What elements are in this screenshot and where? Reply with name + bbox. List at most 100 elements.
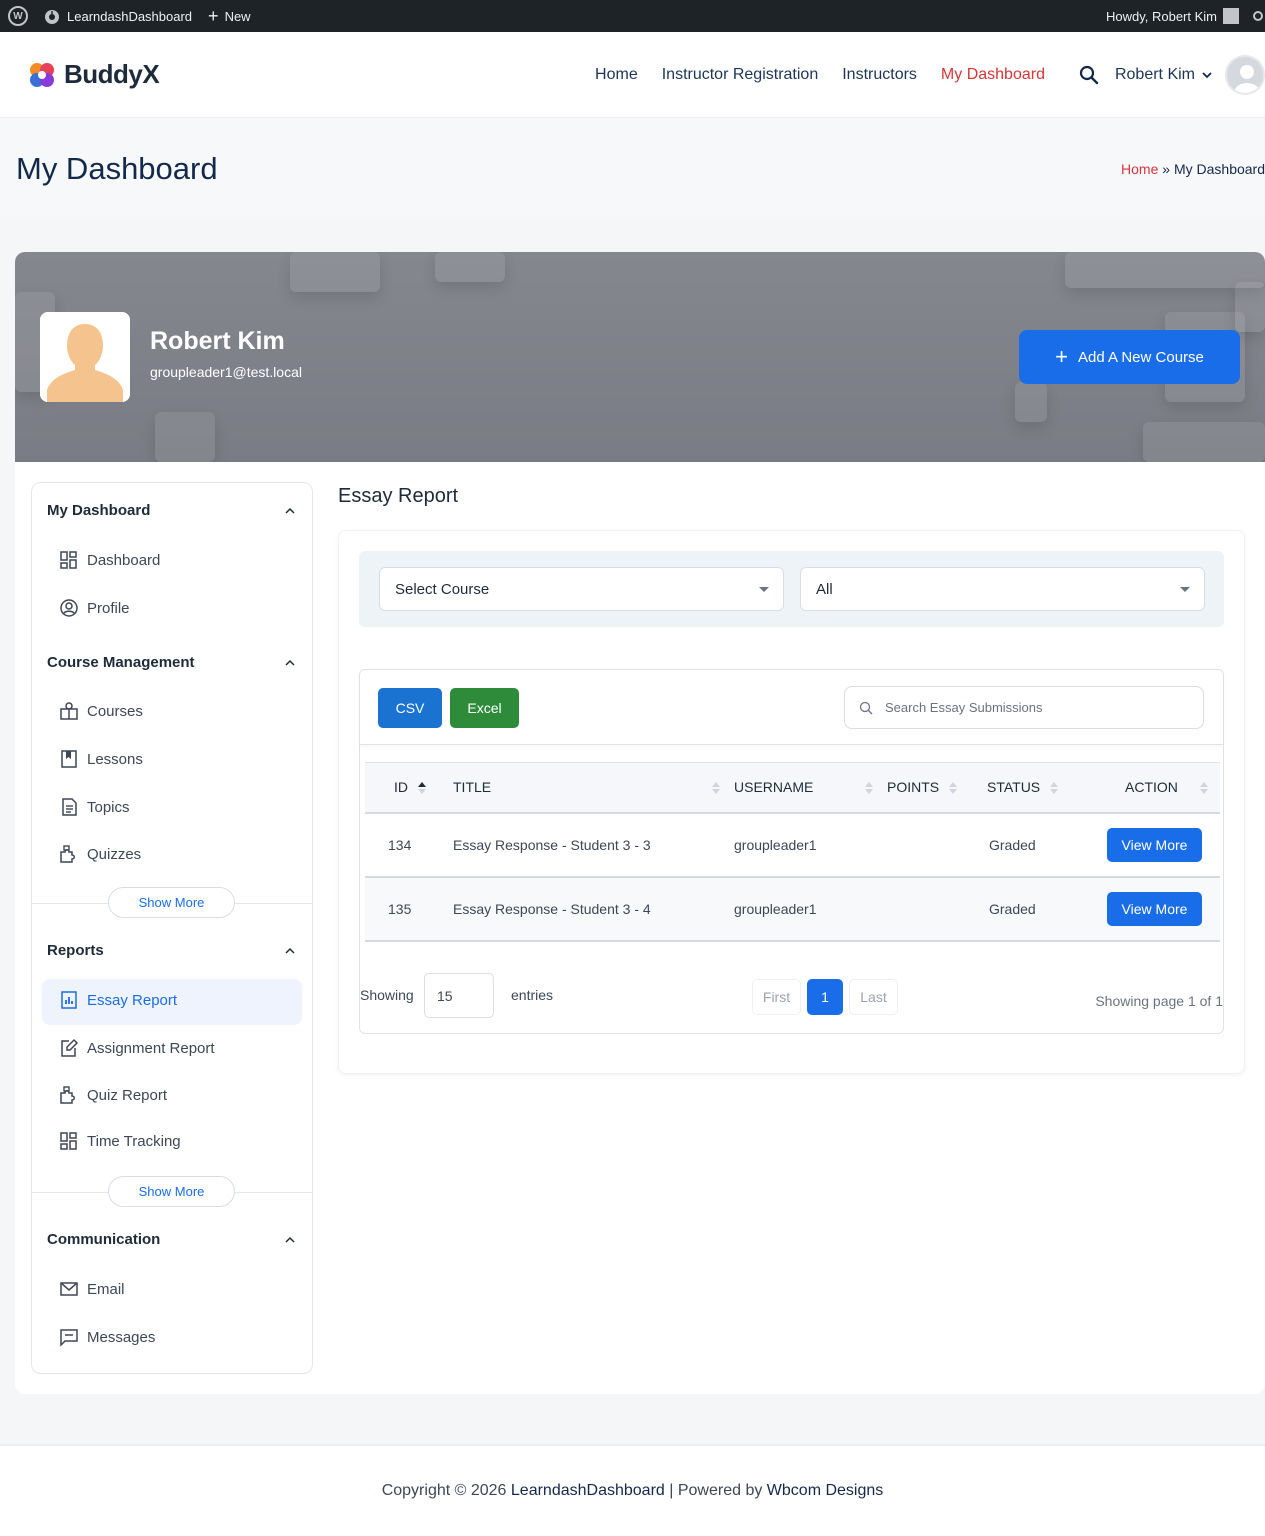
site-name-link[interactable]: LearndashDashboard: [36, 0, 200, 32]
essay-search-input[interactable]: Search Essay Submissions: [844, 686, 1204, 729]
export-excel-button[interactable]: Excel: [450, 688, 519, 728]
page-title-bar: My Dashboard Home » My Dashboard: [0, 119, 1265, 219]
pagination-last-button[interactable]: Last: [849, 979, 898, 1015]
column-header-label: ID: [394, 779, 408, 796]
chevron-down-icon: [1202, 71, 1212, 78]
sidebar-section-my-dashboard[interactable]: My Dashboard: [47, 502, 150, 519]
add-new-course-label: Add A New Course: [1077, 348, 1204, 366]
column-header-action[interactable]: ACTION: [1091, 762, 1220, 814]
buddyx-logo-icon: [30, 62, 54, 87]
page-title: My Dashboard: [16, 151, 218, 186]
plus-icon: +: [1055, 344, 1068, 369]
sidebar-item-topics[interactable]: Topics: [59, 796, 130, 818]
sidebar-item-quizzes[interactable]: Quizzes: [59, 843, 141, 865]
chevron-up-icon[interactable]: [284, 1234, 296, 1246]
export-csv-button[interactable]: CSV: [378, 688, 442, 728]
sort-icon: [1200, 782, 1208, 794]
add-new-course-button[interactable]: + Add A New Course: [1019, 330, 1240, 384]
cell-status: Graded: [981, 876, 1091, 942]
course-select[interactable]: Select Course: [379, 567, 784, 611]
header-avatar[interactable]: [1225, 54, 1265, 95]
site-header: BuddyX Home Instructor Registration Inst…: [0, 32, 1265, 118]
nav-instructors[interactable]: Instructors: [842, 66, 917, 84]
nav-my-dashboard[interactable]: My Dashboard: [941, 66, 1045, 84]
nav-instructor-registration[interactable]: Instructor Registration: [662, 66, 819, 84]
wordpress-menu[interactable]: W: [0, 0, 36, 32]
breadcrumb-home[interactable]: Home: [1121, 161, 1158, 177]
admin-bar: W LearndashDashboard + New Howdy, Robert…: [0, 0, 1265, 32]
showing-label: Showing: [360, 987, 414, 1003]
table-row: 134 Essay Response - Student 3 - 3 group…: [365, 812, 1220, 878]
sidebar-item-dashboard[interactable]: Dashboard: [59, 549, 160, 571]
sidebar-item-quiz-report[interactable]: Quiz Report: [59, 1084, 167, 1106]
nav-home[interactable]: Home: [595, 66, 638, 84]
column-header-label: STATUS: [987, 779, 1041, 796]
status-select[interactable]: All: [800, 567, 1205, 611]
chevron-up-icon[interactable]: [284, 945, 296, 957]
search-icon[interactable]: [1079, 65, 1099, 85]
sidebar-item-messages[interactable]: Messages: [59, 1326, 155, 1348]
user-menu-name: Robert Kim: [1114, 65, 1195, 83]
pagination-page-1[interactable]: 1: [807, 979, 843, 1015]
column-header-label: USERNAME: [734, 779, 814, 796]
sidebar-section-course-management[interactable]: Course Management: [47, 654, 195, 671]
sidebar-item-lessons[interactable]: Lessons: [59, 748, 143, 770]
sidebar-section-communication[interactable]: Communication: [47, 1231, 160, 1248]
copyright-text: Copyright © 2026: [381, 1482, 507, 1499]
view-more-button[interactable]: View More: [1107, 891, 1202, 926]
footer-company-link[interactable]: Wbcom Designs: [767, 1482, 883, 1500]
sidebar-item-label: Lessons: [87, 750, 143, 768]
course-select-value: Select Course: [395, 580, 490, 598]
sort-icon: [712, 782, 720, 794]
column-header-label: POINTS: [887, 779, 940, 796]
cell-action: View More: [1091, 812, 1220, 878]
column-header-label: ACTION: [1125, 779, 1178, 796]
user-menu[interactable]: Robert Kim: [1115, 66, 1213, 84]
search-placeholder: Search Essay Submissions: [885, 700, 1043, 715]
page-length-input[interactable]: 15: [424, 973, 494, 1018]
admin-search-icon[interactable]: [1253, 11, 1263, 21]
dashboard-container: Robert Kim groupleader1@test.local + Add…: [15, 252, 1265, 1394]
sidebar-item-label: Quizzes: [87, 845, 142, 863]
essay-table: ID TITLE USERNAME POINTS STATUS ACTION 1…: [365, 762, 1220, 942]
column-header-points[interactable]: POINTS: [881, 762, 981, 814]
column-header-username[interactable]: USERNAME: [728, 762, 881, 814]
sidebar-item-label: Quiz Report: [87, 1086, 168, 1104]
sidebar-item-email[interactable]: Email: [59, 1278, 125, 1300]
sidebar-item-time-tracking[interactable]: Time Tracking: [59, 1130, 181, 1152]
sidebar-item-essay-report[interactable]: Essay Report: [59, 989, 177, 1011]
howdy-label: Howdy, Robert Kim: [1105, 8, 1217, 24]
cell-status: Graded: [981, 812, 1091, 878]
chevron-up-icon[interactable]: [284, 505, 296, 517]
cell-id: 134: [365, 812, 447, 878]
user-silhouette-icon: [40, 312, 130, 402]
footer-site-link[interactable]: LearndashDashboard: [511, 1482, 665, 1500]
show-more-course-management-button[interactable]: Show More: [108, 887, 235, 918]
profile-avatar[interactable]: [40, 312, 130, 402]
new-content-link[interactable]: + New: [200, 0, 259, 32]
sidebar-item-profile[interactable]: Profile: [59, 597, 130, 619]
page-length-value: 15: [437, 987, 453, 1004]
column-header-title[interactable]: TITLE: [447, 762, 728, 814]
cell-title[interactable]: Essay Response - Student 3 - 3: [447, 812, 728, 878]
show-more-reports-button[interactable]: Show More: [108, 1176, 235, 1207]
my-account-link[interactable]: Howdy, Robert Kim: [1098, 0, 1239, 32]
bookmark-icon: [61, 750, 77, 768]
column-header-status[interactable]: STATUS: [981, 762, 1091, 814]
chevron-up-icon[interactable]: [284, 657, 296, 669]
cell-title[interactable]: Essay Response - Student 3 - 4: [447, 876, 728, 942]
sidebar-item-label: Messages: [87, 1328, 156, 1346]
sidebar-item-assignment-report[interactable]: Assignment Report: [59, 1037, 215, 1059]
column-header-id[interactable]: ID: [365, 762, 447, 814]
admin-avatar: [1223, 8, 1239, 24]
sidebar-item-label: Courses: [87, 702, 143, 720]
cell-points: [881, 876, 981, 942]
breadcrumb-separator: »: [1162, 161, 1171, 177]
table-row: 135 Essay Response - Student 3 - 4 group…: [365, 876, 1220, 942]
sidebar-item-courses[interactable]: Courses: [59, 700, 143, 722]
site-logo[interactable]: BuddyX: [26, 59, 160, 91]
view-more-button[interactable]: View More: [1107, 827, 1202, 862]
sidebar-section-reports[interactable]: Reports: [47, 942, 104, 959]
pagination-first-button[interactable]: First: [752, 979, 801, 1015]
envelope-icon: [60, 1282, 78, 1296]
